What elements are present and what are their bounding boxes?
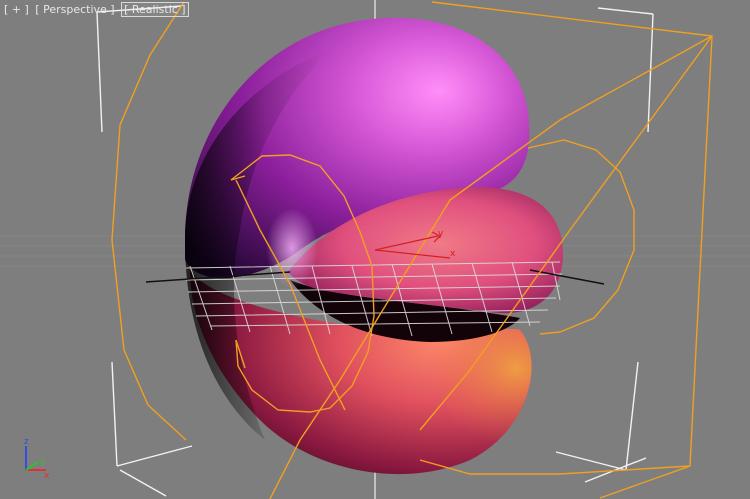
viewport-plus-menu[interactable]: [ + ] bbox=[4, 3, 29, 16]
viewport-shading-menu[interactable]: [ Realistic ] bbox=[121, 2, 189, 17]
viewport-label-menu: [ + ] [ Perspective ] [ Realistic ] bbox=[4, 2, 192, 17]
axis-tripod: z y x bbox=[24, 437, 50, 481]
tripod-z-label: z bbox=[24, 437, 29, 447]
viewport-view-menu[interactable]: [ Perspective ] bbox=[35, 3, 114, 16]
tripod-x-label: x bbox=[44, 471, 50, 481]
scene-canvas[interactable]: y x z y x bbox=[0, 0, 750, 499]
gizmo-x-label: x bbox=[450, 249, 456, 259]
shape-pinch-highlight bbox=[266, 208, 318, 288]
perspective-viewport[interactable]: y x z y x [ + ] [ Perspective ] [ Realis… bbox=[0, 0, 750, 499]
y-axis-icon bbox=[25, 461, 39, 471]
gizmo-y-label: y bbox=[438, 229, 444, 239]
tripod-y-label: y bbox=[40, 457, 46, 467]
